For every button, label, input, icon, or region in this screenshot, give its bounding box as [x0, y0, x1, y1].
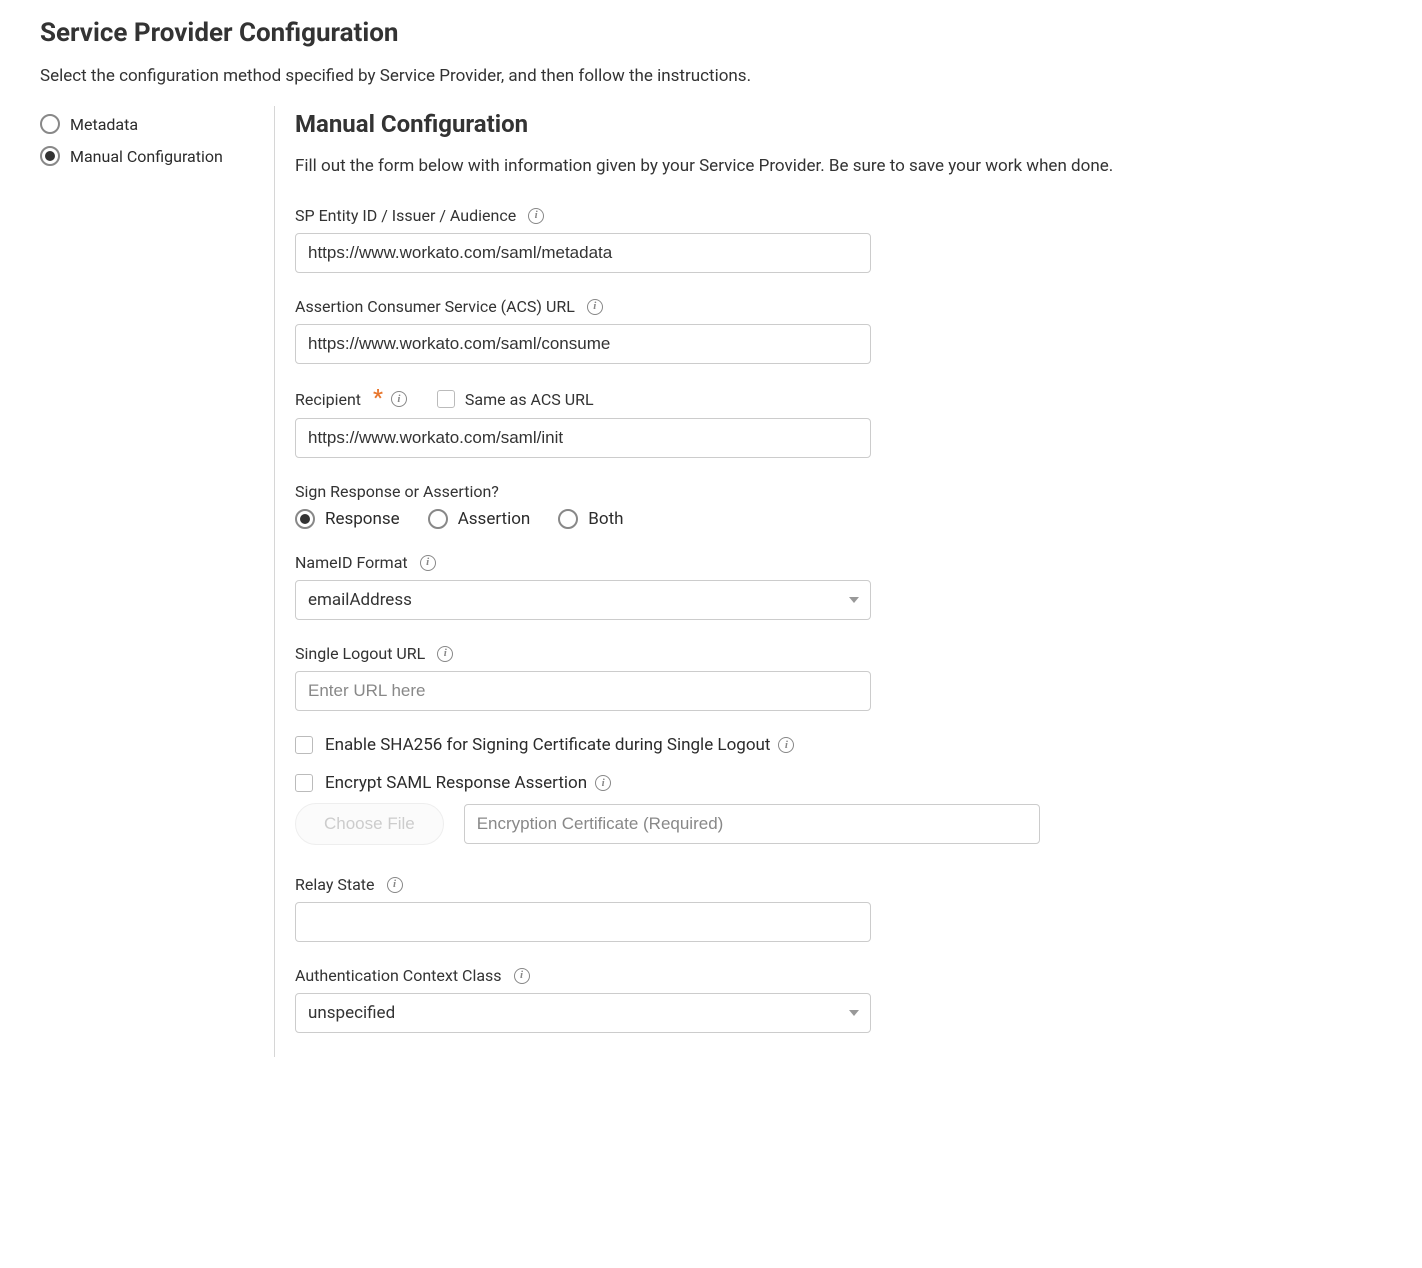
relay-state-label: Relay State	[295, 875, 375, 894]
radio-icon	[295, 509, 315, 529]
info-icon[interactable]: i	[437, 646, 453, 662]
sign-option-response[interactable]: Response	[295, 509, 400, 529]
config-method-manual[interactable]: Manual Configuration	[40, 146, 274, 166]
radio-icon	[40, 114, 60, 134]
sign-option-both[interactable]: Both	[558, 509, 623, 529]
sha256-checkbox[interactable]	[295, 736, 313, 754]
radio-icon	[428, 509, 448, 529]
info-icon[interactable]: i	[391, 391, 407, 407]
sign-option-label: Both	[588, 509, 623, 529]
encryption-cert-input[interactable]	[464, 804, 1040, 844]
chevron-down-icon	[849, 597, 859, 603]
authn-context-value: unspecified	[308, 1003, 395, 1023]
info-icon[interactable]: i	[528, 208, 544, 224]
info-icon[interactable]: i	[595, 775, 611, 791]
required-asterisk: *	[373, 388, 383, 410]
sha256-label: Enable SHA256 for Signing Certificate du…	[325, 735, 770, 755]
config-method-metadata[interactable]: Metadata	[40, 114, 274, 134]
sp-entity-label: SP Entity ID / Issuer / Audience	[295, 206, 516, 225]
slo-url-label: Single Logout URL	[295, 644, 425, 663]
authn-context-label: Authentication Context Class	[295, 966, 502, 985]
recipient-label: Recipient	[295, 390, 361, 409]
page-title: Service Provider Configuration	[40, 18, 1382, 48]
info-icon[interactable]: i	[587, 299, 603, 315]
choose-file-button[interactable]: Choose File	[295, 803, 444, 845]
sign-option-label: Response	[325, 509, 400, 529]
recipient-input[interactable]	[295, 418, 871, 458]
page-subtext: Select the configuration method specifie…	[40, 66, 1382, 86]
info-icon[interactable]: i	[514, 968, 530, 984]
sign-label: Sign Response or Assertion?	[295, 482, 499, 501]
same-as-acs-label: Same as ACS URL	[465, 390, 594, 409]
acs-url-label: Assertion Consumer Service (ACS) URL	[295, 297, 575, 316]
chevron-down-icon	[849, 1010, 859, 1016]
nameid-select[interactable]: emailAddress	[295, 580, 871, 620]
nameid-value: emailAddress	[308, 590, 412, 610]
encrypt-label: Encrypt SAML Response Assertion	[325, 773, 587, 793]
radio-icon	[40, 146, 60, 166]
relay-state-input[interactable]	[295, 902, 871, 942]
encrypt-checkbox[interactable]	[295, 774, 313, 792]
nameid-label: NameID Format	[295, 553, 408, 572]
section-subtext: Fill out the form below with information…	[295, 156, 1155, 176]
info-icon[interactable]: i	[778, 737, 794, 753]
slo-url-input[interactable]	[295, 671, 871, 711]
sp-entity-input[interactable]	[295, 233, 871, 273]
sign-option-assertion[interactable]: Assertion	[428, 509, 531, 529]
config-method-sidebar: Metadata Manual Configuration	[40, 106, 275, 1057]
acs-url-input[interactable]	[295, 324, 871, 364]
manual-config-panel: Manual Configuration Fill out the form b…	[275, 106, 1155, 1057]
authn-context-select[interactable]: unspecified	[295, 993, 871, 1033]
same-as-acs-checkbox[interactable]	[437, 390, 455, 408]
config-method-label: Manual Configuration	[70, 147, 223, 166]
config-method-label: Metadata	[70, 115, 138, 134]
radio-icon	[558, 509, 578, 529]
sign-option-label: Assertion	[458, 509, 531, 529]
info-icon[interactable]: i	[387, 877, 403, 893]
section-title: Manual Configuration	[295, 110, 1155, 138]
info-icon[interactable]: i	[420, 555, 436, 571]
